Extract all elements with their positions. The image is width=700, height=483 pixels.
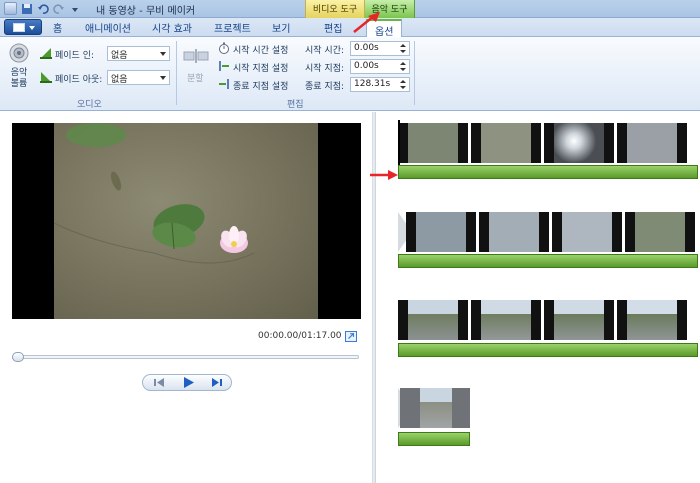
- tab-view[interactable]: 보기: [272, 20, 290, 35]
- clip-strip-4[interactable]: [398, 388, 472, 428]
- application-menu-button[interactable]: [4, 19, 42, 35]
- spin-down-icon[interactable]: [400, 86, 406, 89]
- clip-thumbnail[interactable]: [544, 123, 614, 163]
- tab-home[interactable]: 홈: [53, 20, 62, 35]
- fullscreen-icon[interactable]: [345, 331, 357, 342]
- seek-thumb[interactable]: [12, 352, 24, 362]
- edit-group-label: 편집: [287, 100, 304, 110]
- customize-dropdown-icon[interactable]: [69, 3, 81, 15]
- tab-edit[interactable]: 편집: [324, 20, 342, 35]
- set-start-time-button[interactable]: 시작 시간 설정: [233, 43, 288, 56]
- spin-up-icon[interactable]: [400, 44, 406, 47]
- music-volume-icon[interactable]: [8, 42, 30, 64]
- stopwatch-icon: [219, 42, 229, 54]
- start-time-input[interactable]: 0.00s: [350, 41, 410, 56]
- clip-thumbnail[interactable]: [625, 212, 695, 252]
- window-title: 내 동영상 - 무비 메이커: [96, 6, 196, 17]
- clip-thumbnail[interactable]: [617, 300, 687, 340]
- clip-thumbnail[interactable]: [400, 388, 470, 428]
- clip-thumbnail[interactable]: [398, 300, 468, 340]
- save-icon[interactable]: [21, 3, 33, 15]
- group-separator: [176, 41, 177, 105]
- play-icon[interactable]: [174, 375, 202, 390]
- fade-in-select[interactable]: 없음: [107, 46, 170, 61]
- music-track-bar[interactable]: [398, 165, 698, 179]
- main-area: 00:00.00/01:17.00: [0, 112, 700, 483]
- tab-visual-effects[interactable]: 시각 효과: [152, 20, 192, 35]
- chevron-down-icon: [29, 26, 35, 30]
- audio-group-label: 오디오: [77, 100, 102, 110]
- annotation-arrow-playhead: [370, 170, 398, 180]
- clip-strip-3[interactable]: [398, 300, 700, 340]
- chevron-down-icon: [160, 52, 166, 56]
- fade-in-icon: [40, 48, 52, 59]
- fade-out-icon: [40, 72, 52, 83]
- lily-pond-picture: [54, 123, 255, 264]
- clip-thumbnail[interactable]: [479, 212, 549, 252]
- group-separator: [414, 41, 415, 105]
- clip-thumbnail[interactable]: [471, 123, 541, 163]
- set-start-point-icon: [219, 61, 229, 71]
- split-label[interactable]: 분할: [187, 71, 204, 84]
- tab-project[interactable]: 프로젝트: [214, 20, 251, 35]
- storyboard: [376, 112, 700, 483]
- app-icon[interactable]: [4, 2, 17, 15]
- clip-strip-2[interactable]: [398, 212, 700, 252]
- music-volume-label[interactable]: 음악 볼륨: [9, 68, 29, 90]
- video-frame-image: [54, 123, 318, 319]
- start-point-input[interactable]: 0.00s: [350, 59, 410, 74]
- music-track-bar[interactable]: [398, 343, 698, 357]
- clip-thumbnail[interactable]: [552, 212, 622, 252]
- spin-up-icon[interactable]: [400, 80, 406, 83]
- end-point-value: 128.31s: [354, 79, 391, 89]
- set-end-point-icon: [219, 79, 229, 89]
- undo-icon[interactable]: [37, 3, 49, 15]
- start-point-label: 시작 지점:: [305, 64, 345, 74]
- fade-out-label: 페이드 아웃:: [55, 75, 103, 85]
- start-point-value: 0.00s: [354, 61, 379, 71]
- tab-animations[interactable]: 애니메이션: [85, 20, 131, 35]
- playback-time: 00:00.00/01:17.00: [258, 331, 342, 341]
- end-point-input[interactable]: 128.31s: [350, 77, 410, 92]
- fade-out-value: 없음: [111, 75, 128, 85]
- clip-thumbnail[interactable]: [617, 123, 687, 163]
- next-frame-icon[interactable]: [203, 375, 231, 390]
- quick-access-toolbar: [4, 2, 81, 15]
- fade-in-value: 없음: [111, 51, 128, 61]
- start-time-label: 시작 시간:: [305, 46, 345, 56]
- redo-icon[interactable]: [53, 3, 65, 15]
- spin-up-icon[interactable]: [400, 62, 406, 65]
- music-track-bar[interactable]: [398, 432, 470, 446]
- set-start-point-button[interactable]: 시작 지점 설정: [233, 61, 288, 74]
- split-icon[interactable]: [183, 49, 209, 63]
- spin-down-icon[interactable]: [400, 50, 406, 53]
- preview-pane: 00:00.00/01:17.00: [0, 112, 370, 483]
- video-preview[interactable]: [12, 123, 361, 319]
- spin-down-icon[interactable]: [400, 68, 406, 71]
- music-track-bar[interactable]: [398, 254, 698, 268]
- fade-out-select[interactable]: 없음: [107, 70, 170, 85]
- clip-thumbnail[interactable]: [406, 212, 476, 252]
- clip-thumbnail[interactable]: [544, 300, 614, 340]
- clip-thumbnail[interactable]: [471, 300, 541, 340]
- menu-icon: [13, 23, 25, 32]
- ribbon-panel: 음악 볼륨 페이드 인: 없음 페이드 아웃: 없음 오디오 분할 시작 시간 …: [0, 37, 700, 111]
- previous-frame-icon[interactable]: [145, 375, 173, 390]
- seek-bar[interactable]: [12, 352, 359, 362]
- clip-thumbnail[interactable]: [398, 123, 468, 163]
- start-time-value: 0.00s: [354, 43, 379, 53]
- end-point-label: 종료 지점:: [305, 82, 345, 92]
- annotation-arrow-top: [353, 12, 380, 33]
- fade-in-label: 페이드 인:: [55, 51, 95, 61]
- set-end-point-button[interactable]: 종료 지점 설정: [233, 79, 288, 92]
- clip-strip-1[interactable]: [398, 123, 700, 163]
- chevron-down-icon: [160, 76, 166, 80]
- playback-controls: [142, 374, 232, 391]
